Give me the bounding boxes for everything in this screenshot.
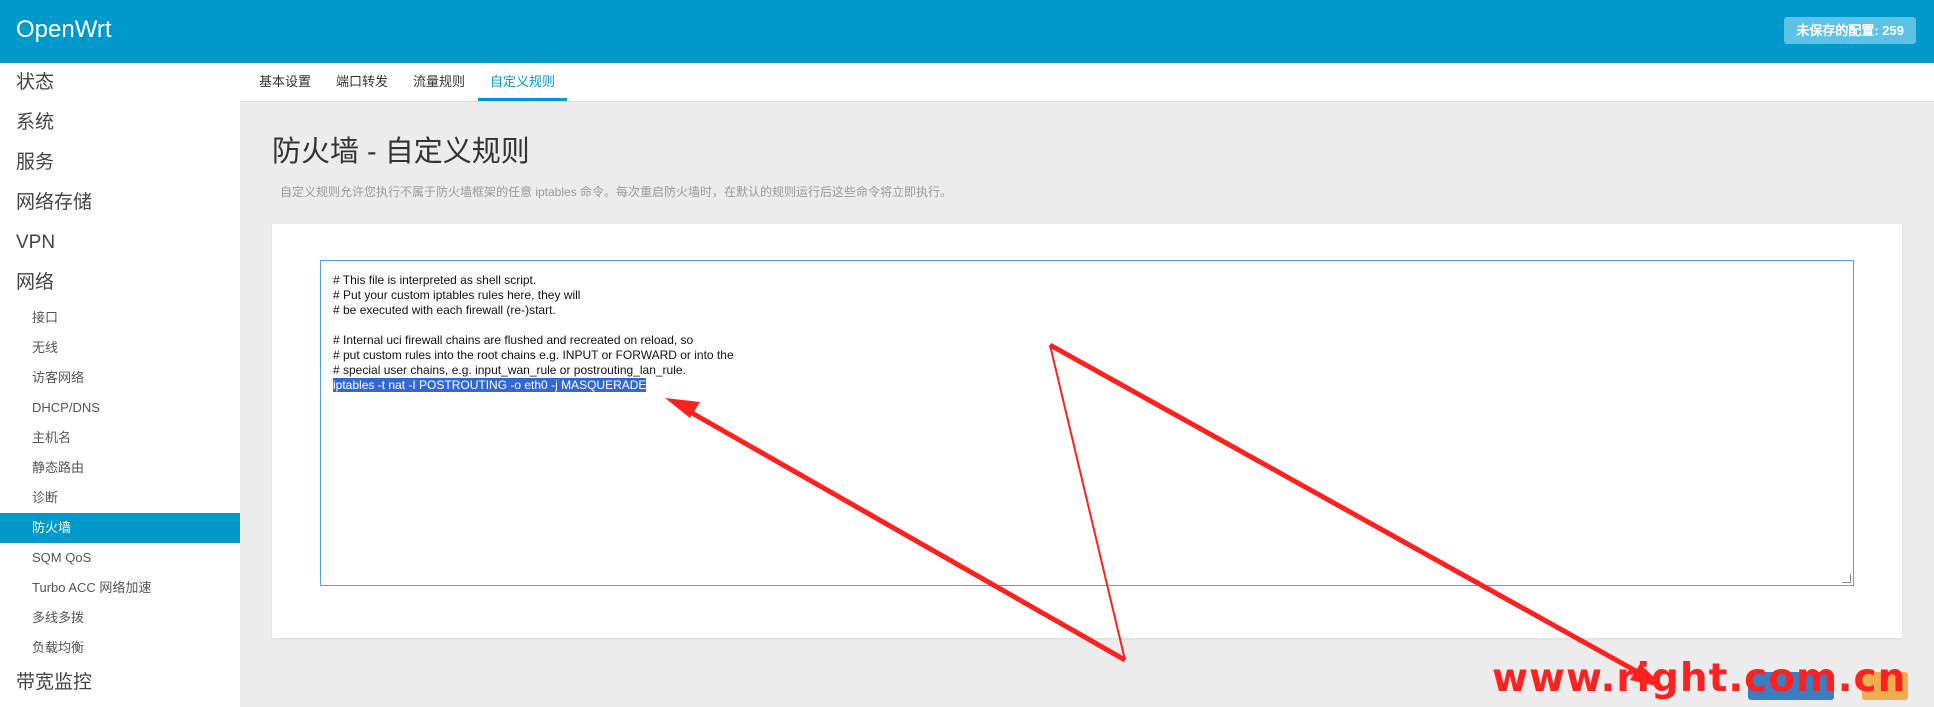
editor-selected-line: iptables -t nat -I POSTROUTING -o eth0 -… (333, 378, 1841, 393)
editor-line: # Internal uci firewall chains are flush… (333, 333, 694, 347)
editor-line: # be executed with each firewall (re-)st… (333, 303, 556, 317)
unsaved-changes-badge[interactable]: 未保存的配置: 259 (1784, 17, 1916, 44)
sidebar-item-vpn[interactable]: VPN (0, 223, 240, 263)
editor-line: # put custom rules into the root chains … (333, 348, 734, 362)
custom-rules-textarea[interactable]: # This file is interpreted as shell scri… (320, 260, 1854, 586)
sidebar-subitem-guest-network[interactable]: 访客网络 (0, 363, 240, 393)
tab-general-settings[interactable]: 基本设置 (259, 63, 311, 101)
sidebar-subitem-sqm-qos[interactable]: SQM QoS (0, 543, 240, 573)
editor-line: # special user chains, e.g. input_wan_ru… (333, 363, 686, 377)
sidebar-item-network[interactable]: 网络 (0, 263, 240, 303)
top-bar: OpenWrt 未保存的配置: 259 (0, 0, 1934, 63)
sidebar-subitem-multiwan[interactable]: 多线多拨 (0, 603, 240, 633)
sidebar-subitem-interfaces[interactable]: 接口 (0, 303, 240, 333)
sidebar: 状态 系统 服务 网络存储 VPN 网络 接口 无线 访客网络 DHCP/DNS… (0, 63, 240, 707)
tab-custom-rules[interactable]: 自定义规则 (478, 63, 568, 101)
sidebar-subitem-turbo-acc[interactable]: Turbo ACC 网络加速 (0, 573, 240, 603)
sidebar-subitem-hostnames[interactable]: 主机名 (0, 423, 240, 453)
brand-logo[interactable]: OpenWrt (16, 16, 112, 44)
tab-bar: 基本设置 端口转发 流量规则 自定义规则 (240, 63, 1934, 102)
editor-line: # Put your custom iptables rules here, t… (333, 288, 581, 302)
sidebar-item-status[interactable]: 状态 (0, 63, 240, 103)
textarea-resize-handle[interactable] (1842, 574, 1851, 583)
sidebar-item-services[interactable]: 服务 (0, 143, 240, 183)
sidebar-subitem-static-routes[interactable]: 静态路由 (0, 453, 240, 483)
page-title: 防火墙 - 自定义规则 (272, 136, 530, 168)
sidebar-subitem-load-balancing[interactable]: 负载均衡 (0, 633, 240, 663)
sidebar-subitem-wireless[interactable]: 无线 (0, 333, 240, 363)
tab-traffic-rules[interactable]: 流量规则 (413, 63, 465, 101)
sidebar-subitem-firewall[interactable]: 防火墙 (0, 513, 240, 543)
editor-line: # This file is interpreted as shell scri… (333, 273, 537, 287)
tab-port-forwards[interactable]: 端口转发 (336, 63, 388, 101)
sidebar-item-system[interactable]: 系统 (0, 103, 240, 143)
page-description: 自定义规则允许您执行不属于防火墙框架的任意 iptables 命令。每次重启防火… (280, 185, 953, 199)
watermark-text: www.right.com.cn (1492, 656, 1907, 701)
sidebar-item-bandwidth-monitor[interactable]: 带宽监控 (0, 663, 240, 703)
sidebar-subitem-diagnostics[interactable]: 诊断 (0, 483, 240, 513)
sidebar-item-nas[interactable]: 网络存储 (0, 183, 240, 223)
sidebar-subitem-dhcp-dns[interactable]: DHCP/DNS (0, 393, 240, 423)
selected-text: iptables -t nat -I POSTROUTING -o eth0 -… (333, 378, 647, 392)
